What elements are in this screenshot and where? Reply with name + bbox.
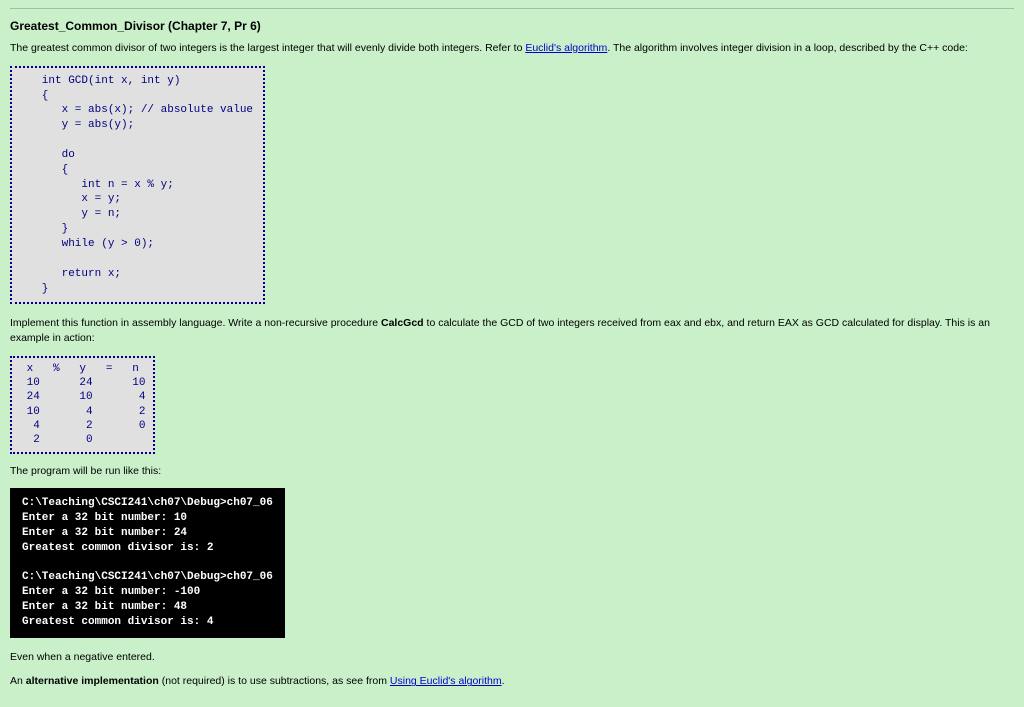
intro-text-1: The greatest common divisor of two integ… [10,42,525,54]
page-title: Greatest_Common_Divisor (Chapter 7, Pr 6… [10,19,1014,33]
alt-text-2: (not required) is to use subtractions, a… [159,675,390,687]
alt-text-1: An [10,675,26,687]
alt-paragraph: An alternative implementation (not requi… [10,674,1014,689]
negative-note: Even when a negative entered. [10,650,1014,665]
euclid-link[interactable]: Euclid's algorithm [525,42,607,54]
implement-text-1: Implement this function in assembly lang… [10,317,381,329]
implement-paragraph: Implement this function in assembly lang… [10,316,1014,345]
run-label: The program will be run like this: [10,464,1014,479]
using-euclid-link[interactable]: Using Euclid's algorithm [390,675,502,687]
trace-table: x % y = n 10 24 10 24 10 4 10 4 2 4 2 0 … [10,356,155,454]
intro-text-2: . The algorithm involves integer divisio… [607,42,968,54]
alt-bold: alternative implementation [26,675,159,687]
alt-text-3: . [502,675,505,687]
divider [10,8,1014,9]
cpp-code-block: int GCD(int x, int y) { x = abs(x); // a… [10,66,265,305]
calcgcd-name: CalcGcd [381,317,424,329]
console-output: C:\Teaching\CSCI241\ch07\Debug>ch07_06 E… [10,488,285,638]
intro-paragraph: The greatest common divisor of two integ… [10,41,1014,56]
